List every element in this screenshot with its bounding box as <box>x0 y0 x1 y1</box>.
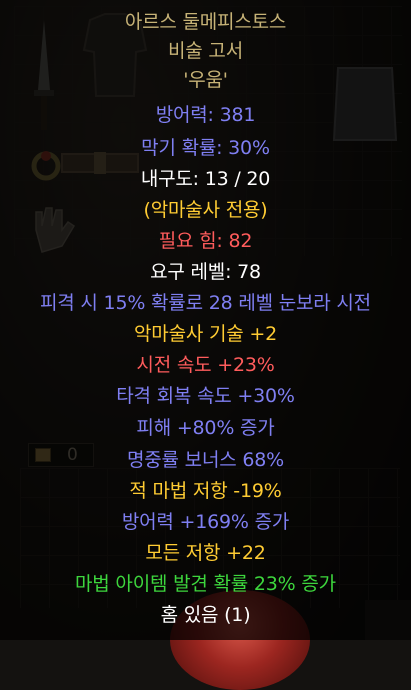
item-durability: 내구도: 13 / 20 <box>140 168 271 190</box>
item-name: 아르스 둘메피스토스 <box>124 11 287 33</box>
item-block-chance: 막기 확률: 30% <box>141 137 270 159</box>
item-sockets: 홈 있음 (1) <box>160 604 251 626</box>
item-mod: 방어력 +169% 증가 <box>121 511 290 533</box>
item-required-strength: 필요 힘: 82 <box>158 230 253 252</box>
item-mod: 마법 아이템 발견 확률 23% 증가 <box>75 573 336 595</box>
item-mod: 피격 시 15% 확률로 28 레벨 눈보라 시전 <box>40 292 371 314</box>
item-mod: 타격 회복 속도 +30% <box>116 385 295 407</box>
item-mod: 시전 속도 +23% <box>136 354 275 376</box>
item-tooltip: 아르스 둘메피스토스 비술 고서 '우움' 방어력: 381 막기 확률: 30… <box>0 0 411 640</box>
item-mod: 피해 +80% 증가 <box>136 417 275 439</box>
item-runeword: '우움' <box>183 69 228 91</box>
item-class-restriction: (악마술사 전용) <box>143 199 268 221</box>
item-mod: 모든 저항 +22 <box>145 542 266 564</box>
item-mod: 적 마법 저항 -19% <box>129 480 282 502</box>
item-mod: 명중률 보너스 68% <box>127 449 284 471</box>
item-mod: 악마술사 기술 +2 <box>134 323 277 345</box>
item-required-level: 요구 레벨: 78 <box>150 261 261 283</box>
item-defense: 방어력: 381 <box>155 104 256 126</box>
item-base-type: 비술 고서 <box>168 40 243 62</box>
